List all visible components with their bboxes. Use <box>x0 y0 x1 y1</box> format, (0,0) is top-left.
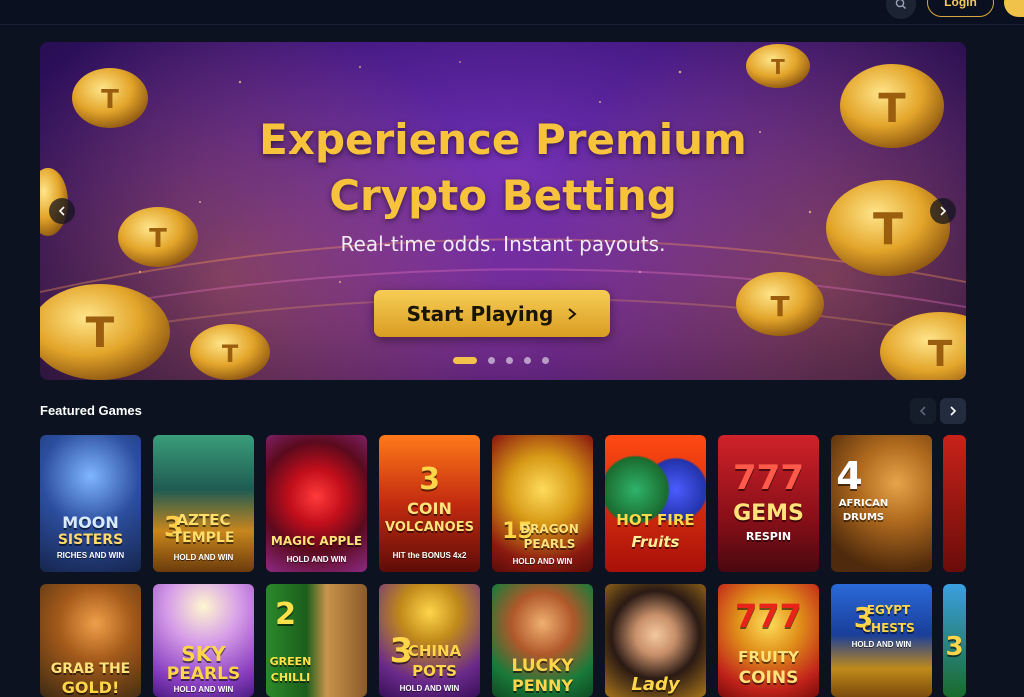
game-title-line2: POTS <box>412 662 457 680</box>
game-subtitle: HOLD AND WIN <box>851 640 912 649</box>
game-title-line2: TEMPLE <box>172 530 235 546</box>
game-title-line2: PEARLS <box>523 537 576 551</box>
featured-prev-button[interactable] <box>910 398 936 424</box>
game-title: MAGIC APPLE <box>270 534 363 548</box>
game-title-line2: GOLD! <box>61 678 120 697</box>
game-title-line2: VOLCANOES <box>385 520 474 535</box>
game-title: HOT FIRE <box>616 511 695 529</box>
game-tile-partial-2[interactable]: 3 <box>943 584 966 697</box>
chevron-right-icon <box>568 307 577 320</box>
game-tile-gems-respin[interactable]: 777 GEMS RESPIN <box>718 435 819 572</box>
game-tile-african-drums[interactable]: 4 AFRICAN DRUMS <box>831 435 932 572</box>
hero-pagination <box>453 357 549 364</box>
game-title-line2: SISTERS <box>57 532 124 548</box>
game-title-line2: DRUMS <box>842 512 885 523</box>
game-title-line2: COINS <box>738 668 799 688</box>
chevron-right-icon <box>940 206 947 216</box>
game-tile-moon-sisters[interactable]: MOON SISTERS RICHES AND WIN <box>40 435 141 572</box>
game-title: GREEN <box>269 655 312 668</box>
search-icon <box>895 0 906 9</box>
chevron-left-icon <box>58 206 65 216</box>
featured-next-button[interactable] <box>940 398 966 424</box>
game-subtitle: HOLD AND WIN <box>173 685 234 694</box>
game-title-line2: RESPIN <box>745 530 792 543</box>
game-subtitle: HOLD AND WIN <box>173 553 234 562</box>
top-bar: Login <box>0 0 1024 25</box>
svg-text:T: T <box>771 55 785 79</box>
search-button[interactable] <box>886 0 916 19</box>
hero-dot-3[interactable] <box>506 357 513 364</box>
game-number: 777 <box>735 597 802 635</box>
svg-text:T: T <box>101 85 119 115</box>
game-title-line2: PENNY <box>511 676 574 695</box>
start-playing-button[interactable]: Start Playing <box>374 290 610 337</box>
game-subtitle: HOLD AND WIN <box>286 555 347 564</box>
hero-title-line2: Crypto Betting <box>329 171 677 220</box>
game-title: AFRICAN <box>838 498 889 509</box>
featured-games-title: Featured Games <box>40 403 142 418</box>
game-tile-coin-volcanoes[interactable]: 3 COIN VOLCANOES HIT the BONUS 4x2 <box>379 435 480 572</box>
chevron-right-icon <box>950 406 957 416</box>
hero-next-button[interactable] <box>930 198 956 224</box>
game-tile-china-pots[interactable]: 3 CHINA POTS HOLD AND WIN <box>379 584 480 697</box>
hero-dot-4[interactable] <box>524 357 531 364</box>
game-tile-green-chilli[interactable]: 2 GREEN CHILLI <box>266 584 367 697</box>
signup-button[interactable] <box>1004 0 1024 17</box>
login-button[interactable]: Login <box>927 0 994 17</box>
hero-dot-1[interactable] <box>453 357 477 364</box>
game-tile-aztec-temple[interactable]: 3 AZTEC TEMPLE HOLD AND WIN <box>153 435 254 572</box>
game-title-line2: CHESTS <box>862 621 915 635</box>
svg-text:T: T <box>222 340 239 368</box>
game-title: AZTEC <box>176 511 231 529</box>
game-title-line2: PEARLS <box>166 664 241 684</box>
svg-text:T: T <box>86 308 115 357</box>
game-subtitle: HOLD AND WIN <box>512 557 573 566</box>
svg-text:T: T <box>770 290 789 323</box>
game-subtitle: RICHES AND WIN <box>56 551 125 560</box>
game-title: CHINA <box>407 642 462 660</box>
hero-prev-button[interactable] <box>49 198 75 224</box>
hero-dot-2[interactable] <box>488 357 495 364</box>
game-number: 3 <box>419 462 440 497</box>
game-title: GRAB THE <box>50 661 131 677</box>
game-title: LUCKY <box>511 656 574 676</box>
game-tile-hot-fire-fruits[interactable]: HOT FIRE Fruits <box>605 435 706 572</box>
game-tile-lady[interactable]: Lady <box>605 584 706 697</box>
game-tile-fruity-coins[interactable]: 777 FRUITY COINS <box>718 584 819 697</box>
hero-dot-5[interactable] <box>542 357 549 364</box>
game-title-line2: Fruits <box>631 533 680 551</box>
game-title-line2: CHILLI <box>270 671 311 684</box>
start-playing-label: Start Playing <box>406 301 554 326</box>
game-subtitle: HOLD AND WIN <box>399 684 460 693</box>
game-title: COIN <box>407 499 452 518</box>
game-title: EGYPT <box>866 603 911 617</box>
game-tile-egypt-chests[interactable]: 3 EGYPT CHESTS HOLD AND WIN <box>831 584 932 697</box>
game-tile-lucky-penny[interactable]: LUCKY PENNY <box>492 584 593 697</box>
game-tile-partial[interactable] <box>943 435 966 572</box>
hero-banner[interactable]: T T T T T T T T T Experience Premium Cry… <box>40 42 966 380</box>
game-title: DRAGON <box>520 522 579 536</box>
game-number: 2 <box>275 597 296 632</box>
game-title: SKY <box>181 642 226 666</box>
game-number: 4 <box>836 454 863 498</box>
game-subtitle: HIT the BONUS 4x2 <box>392 551 467 560</box>
svg-text:T: T <box>928 334 953 375</box>
game-tile-dragon-pearls[interactable]: 15 DRAGON PEARLS HOLD AND WIN <box>492 435 593 572</box>
game-tile-sky-pearls[interactable]: SKY PEARLS HOLD AND WIN <box>153 584 254 697</box>
game-title: MOON <box>62 513 119 532</box>
game-tile-grab-the-gold[interactable]: GRAB THE GOLD! <box>40 584 141 697</box>
hero-title-line1: Experience Premium <box>259 115 747 164</box>
game-number: 777 <box>733 458 804 498</box>
chevron-left-icon <box>919 406 926 416</box>
game-title: GEMS <box>733 501 804 526</box>
game-number: 3 <box>945 632 964 662</box>
game-title: FRUITY <box>738 648 799 666</box>
hero-subtitle: Real-time odds. Instant payouts. <box>340 232 666 256</box>
game-tile-magic-apple[interactable]: MAGIC APPLE HOLD AND WIN <box>266 435 367 572</box>
game-title: Lady <box>631 674 680 695</box>
